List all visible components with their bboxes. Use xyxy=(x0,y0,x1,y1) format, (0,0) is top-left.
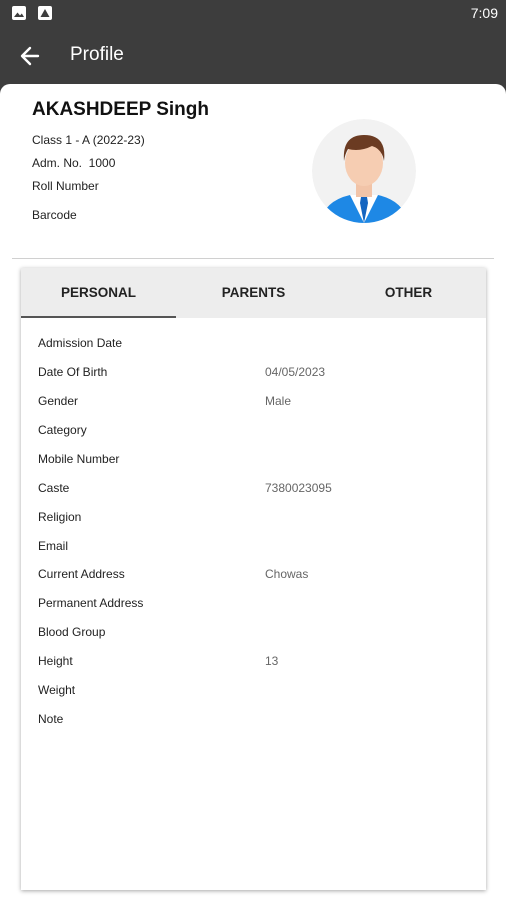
field-label: Caste xyxy=(38,481,70,495)
image-icon xyxy=(12,6,26,20)
field-email: Email xyxy=(21,539,486,559)
tab-personal[interactable]: PERSONAL xyxy=(21,268,176,318)
field-value: 13 xyxy=(265,654,279,668)
field-category: Category xyxy=(21,423,486,443)
field-permanent-address: Permanent Address xyxy=(21,596,486,616)
status-time: 7:09 xyxy=(470,5,498,21)
photo-icon xyxy=(38,6,52,20)
field-value: Chowas xyxy=(265,567,309,581)
avatar xyxy=(312,119,416,223)
field-value: 7380023095 xyxy=(265,481,332,495)
field-value: Male xyxy=(265,394,292,408)
field-label: Admission Date xyxy=(38,336,123,350)
tab-indicator xyxy=(21,316,176,318)
field-admission-date: Admission Date xyxy=(21,336,486,356)
status-bar: 7:09 xyxy=(0,0,506,28)
field-current-address: Current Address Chowas xyxy=(21,567,486,587)
field-weight: Weight xyxy=(21,683,486,703)
admission-number: Adm. No. 1000 xyxy=(32,156,116,170)
class-info: Class 1 - A (2022-23) xyxy=(32,133,145,147)
field-label: Gender xyxy=(38,394,79,408)
roll-number-label: Roll Number xyxy=(32,179,99,193)
details-panel: PERSONAL PARENTS OTHER Admission Date Da… xyxy=(21,268,486,890)
field-label: Current Address xyxy=(38,567,125,581)
field-note: Note xyxy=(21,712,486,732)
field-label: Blood Group xyxy=(38,625,106,639)
tab-other[interactable]: OTHER xyxy=(331,268,486,318)
field-blood-group: Blood Group xyxy=(21,625,486,645)
divider xyxy=(12,258,494,259)
tab-bar: PERSONAL PARENTS OTHER xyxy=(21,268,486,318)
field-label: Note xyxy=(38,712,64,726)
field-label: Email xyxy=(38,539,69,553)
field-height: Height 13 xyxy=(21,654,486,674)
field-label: Weight xyxy=(38,683,76,697)
arrow-left-icon xyxy=(20,46,40,66)
field-date-of-birth: Date Of Birth 04/05/2023 xyxy=(21,365,486,385)
field-gender: Gender Male xyxy=(21,394,486,414)
app-bar: Profile xyxy=(0,28,506,84)
field-label: Date Of Birth xyxy=(38,365,108,379)
student-avatar-icon xyxy=(312,119,416,223)
tab-parents[interactable]: PARENTS xyxy=(176,268,331,318)
page-title: Profile xyxy=(70,44,124,65)
field-label: Religion xyxy=(38,510,82,524)
back-button[interactable] xyxy=(14,40,46,72)
field-label: Category xyxy=(38,423,87,437)
profile-card: AKASHDEEP Singh Class 1 - A (2022-23) Ad… xyxy=(0,84,506,900)
field-label: Height xyxy=(38,654,73,668)
field-label: Permanent Address xyxy=(38,596,144,610)
barcode-label: Barcode xyxy=(32,208,77,222)
field-mobile-number: Mobile Number xyxy=(21,452,486,472)
student-name: AKASHDEEP Singh xyxy=(32,99,210,120)
field-label: Mobile Number xyxy=(38,452,120,466)
field-caste: Caste 7380023095 xyxy=(21,481,486,501)
field-value: 04/05/2023 xyxy=(265,365,326,379)
field-religion: Religion xyxy=(21,510,486,530)
